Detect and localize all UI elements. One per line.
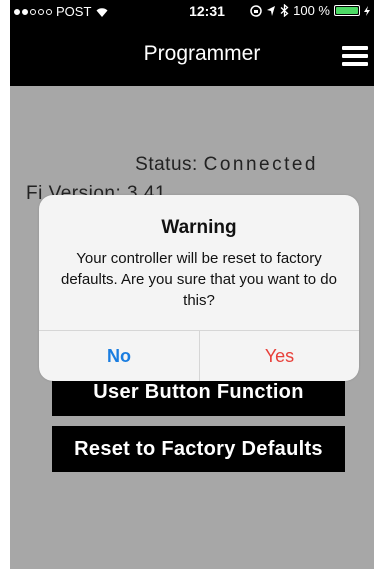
yes-button[interactable]: Yes bbox=[200, 331, 359, 381]
no-button[interactable]: No bbox=[39, 331, 199, 381]
battery-icon bbox=[334, 5, 360, 16]
charging-bolt-icon bbox=[364, 5, 370, 16]
battery-level bbox=[336, 7, 358, 14]
page-title: Programmer bbox=[143, 42, 261, 65]
alert-message: Your controller will be reset to factory… bbox=[60, 250, 337, 309]
bluetooth-icon bbox=[280, 4, 289, 17]
user-button-function-button[interactable]: User Button Function bbox=[52, 376, 345, 416]
status-bar-right: 100 % bbox=[250, 3, 370, 18]
status-bar: POST 12:31 100 % bbox=[10, 0, 374, 24]
hamburger-menu-icon[interactable] bbox=[342, 46, 368, 66]
connection-status: Status: Connected bbox=[135, 154, 318, 176]
reset-factory-defaults-button[interactable]: Reset to Factory Defaults bbox=[52, 426, 345, 472]
status-label: Status: bbox=[135, 154, 198, 175]
battery-percent: 100 % bbox=[293, 3, 330, 18]
alert-title: Warning bbox=[161, 217, 237, 238]
warning-alert-dialog: Warning Your controller will be reset to… bbox=[39, 195, 359, 381]
status-value: Connected bbox=[203, 154, 318, 175]
location-arrow-icon bbox=[267, 5, 276, 16]
rotation-lock-icon bbox=[250, 4, 262, 17]
app-screen: POST 12:31 100 % Programmer Status: Conn… bbox=[10, 0, 374, 569]
navigation-bar: Programmer bbox=[10, 24, 374, 86]
